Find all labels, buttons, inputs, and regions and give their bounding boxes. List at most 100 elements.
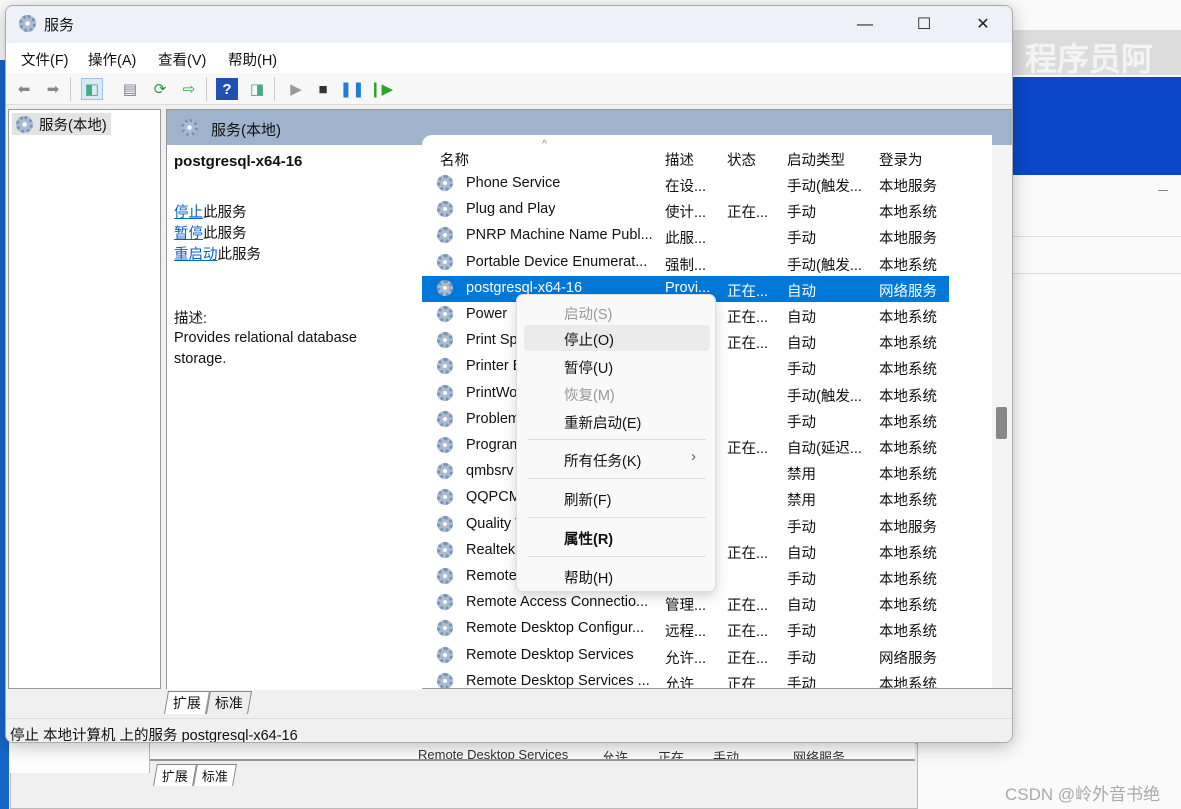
column-description[interactable]: 描述: [665, 149, 694, 170]
tab-standard[interactable]: 标准: [205, 691, 253, 714]
table-row[interactable]: Phone Service 在设... 手动(触发... 本地服务: [422, 171, 949, 197]
cell-log-on-as: 本地系统: [879, 205, 937, 222]
column-log-on-as[interactable]: 登录为: [879, 149, 923, 170]
cell-description: 允许...: [665, 650, 707, 667]
menu-item-4[interactable]: 重新启动(E): [524, 408, 710, 434]
service-gear-icon: [437, 253, 453, 270]
background-banner: 程序员阿: [1013, 30, 1181, 75]
cell-name: Printer E: [466, 358, 523, 375]
menu-item-8[interactable]: 刷新(F): [524, 485, 710, 511]
menu-item-1[interactable]: 停止(O): [524, 325, 710, 351]
resume-icon[interactable]: ❙▶: [369, 78, 393, 100]
cell-name: Phone Service: [466, 175, 561, 191]
services-gear-icon: [181, 119, 198, 136]
service-gear-icon: [437, 515, 453, 532]
service-gear-icon: [437, 384, 453, 401]
menu-item-10[interactable]: 属性(R): [524, 524, 710, 550]
table-row[interactable]: Portable Device Enumerat... 强制... 手动(触发...…: [422, 250, 949, 276]
cell-startup-type: 手动: [787, 572, 816, 588]
bg-tab-extended: 扩展: [153, 764, 197, 786]
table-row[interactable]: Plug and Play 使计... 正在... 手动 本地系统: [422, 197, 949, 223]
menu-item-label: 恢复(M): [564, 388, 615, 404]
start-icon[interactable]: ▶: [285, 78, 307, 100]
view-tabs: 扩展 标准: [163, 691, 253, 714]
minimize-button[interactable]: —: [836, 6, 894, 43]
table-row[interactable]: Remote Access Connectio... 管理... 正在... 自动 本地…: [422, 590, 949, 616]
pause-icon[interactable]: ❚❚: [339, 78, 364, 100]
pause-service-action: 暂停此服务: [174, 222, 247, 243]
cell-log-on-as: 本地系统: [879, 598, 937, 615]
column-status[interactable]: 状态: [727, 149, 756, 170]
service-gear-icon: [437, 201, 453, 218]
service-gear-icon: [437, 437, 453, 453]
back-icon[interactable]: ⬅: [13, 78, 35, 100]
menu-item-6[interactable]: 所有任务(K) ›: [524, 446, 710, 472]
sort-ascending-icon: ^: [542, 139, 547, 150]
cell-startup-type: 禁用: [787, 467, 816, 484]
cell-startup-type: 手动: [787, 231, 816, 248]
menu-item-12[interactable]: 帮助(H): [524, 563, 710, 589]
close-button[interactable]: ✕: [954, 6, 1012, 43]
refresh-icon[interactable]: ⟳: [149, 78, 171, 100]
table-row[interactable]: Remote Desktop Services ... 允许 正在 手动 本地系统: [422, 669, 949, 688]
help-icon[interactable]: ?: [216, 78, 238, 100]
properties-icon[interactable]: ▤: [119, 78, 141, 100]
tree-item-services-local[interactable]: 服务(本地): [12, 113, 111, 135]
pause-service-link[interactable]: 暂停: [174, 226, 203, 242]
service-gear-icon: [437, 175, 453, 191]
stop-service-link[interactable]: 停止: [174, 205, 203, 221]
cell-status: 正在...: [727, 545, 769, 562]
service-gear-icon: [437, 620, 453, 637]
table-row[interactable]: PNRP Machine Name Publ... 此服... 手动 本地服务: [422, 223, 949, 249]
stop-service-action: 停止此服务: [174, 201, 247, 222]
services-gear-icon: [19, 15, 36, 32]
menu-separator: [528, 556, 706, 557]
table-row[interactable]: Remote Desktop Services 允许... 正在... 手动 网络服务: [422, 643, 949, 669]
menu-item-0[interactable]: 启动(S): [524, 299, 710, 325]
cell-startup-type: 自动: [787, 283, 816, 300]
cell-log-on-as: 本地系统: [879, 545, 937, 562]
scrollbar-thumb[interactable]: [996, 407, 1007, 439]
menu-separator: [528, 439, 706, 440]
restart-service-link[interactable]: 重启动: [174, 247, 218, 263]
table-row[interactable]: Remote Desktop Configur... 远程... 正在... 手动 本地…: [422, 616, 949, 642]
menu-action[interactable]: 操作(A): [88, 49, 136, 70]
column-startup-type[interactable]: 启动类型: [787, 149, 845, 170]
tree-pane: 服务(本地): [8, 109, 161, 689]
export-icon[interactable]: ⇨: [178, 78, 200, 100]
cell-status: 正在...: [727, 283, 769, 300]
tab-extended[interactable]: 扩展: [163, 691, 211, 714]
cell-status: 正在: [727, 676, 756, 688]
menu-item-2[interactable]: 暂停(U): [524, 353, 710, 379]
forward-icon[interactable]: ➡: [42, 78, 64, 100]
stop-icon[interactable]: ■: [312, 78, 334, 100]
cell-name: PrintWor: [466, 384, 523, 401]
maximize-button[interactable]: ☐: [895, 6, 953, 43]
action-suffix: 此服务: [217, 247, 262, 263]
menu-item-label: 启动(S): [564, 307, 613, 323]
service-gear-icon: [437, 594, 453, 611]
cell-log-on-as: 本地系统: [879, 362, 937, 379]
cell-description: 管理...: [665, 598, 707, 615]
menu-item-label: 属性(R): [564, 532, 614, 548]
bg-cell: 网络服务: [793, 750, 846, 761]
background-row: Remote Desktop Services 允许 正在 手动 网络服务: [150, 743, 915, 761]
show-hide-tree-icon[interactable]: ◧: [81, 78, 103, 100]
action-pane-icon[interactable]: ◨: [246, 78, 268, 100]
description-label: 描述:: [174, 311, 208, 327]
cell-log-on-as: 本地系统: [879, 624, 937, 641]
menu-item-3[interactable]: 恢复(M): [524, 380, 710, 406]
vertical-scrollbar[interactable]: [992, 145, 1012, 688]
menu-help[interactable]: 帮助(H): [228, 49, 277, 70]
cell-description: 在设...: [665, 179, 707, 195]
service-gear-icon: [437, 489, 453, 506]
cell-startup-type: 手动: [787, 650, 816, 667]
background-blue-band: [1013, 77, 1181, 175]
menu-file[interactable]: 文件(F): [21, 49, 69, 70]
cell-log-on-as: 本地系统: [879, 414, 937, 431]
menu-view[interactable]: 查看(V): [158, 49, 206, 70]
column-name[interactable]: 名称: [440, 149, 469, 170]
cell-name: Remote Desktop Configur...: [466, 620, 645, 637]
cell-startup-type: 自动(延迟...: [787, 441, 862, 457]
restart-service-action: 重启动此服务: [174, 243, 261, 264]
